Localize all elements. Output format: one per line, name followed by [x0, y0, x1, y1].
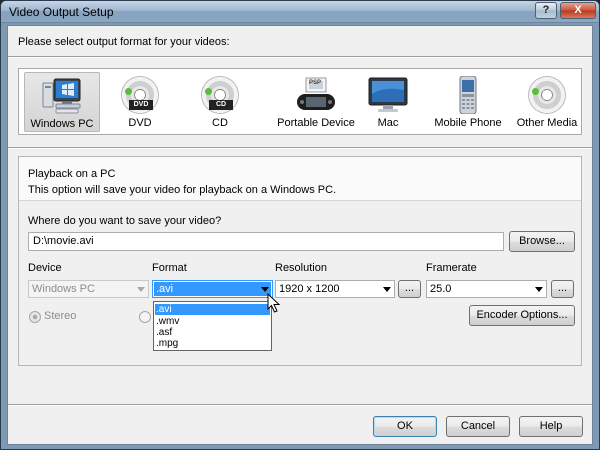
device-select: Windows PC	[28, 280, 149, 298]
format-option-mac[interactable]: Mac	[358, 72, 418, 132]
panel-title: Playback on a PC	[28, 168, 116, 180]
options-panel: Playback on a PC This option will save y…	[18, 156, 582, 366]
bottom-separator	[8, 404, 592, 406]
framerate-select[interactable]: 25.0	[426, 280, 547, 298]
resolution-select[interactable]: 1920 x 1200	[275, 280, 395, 298]
window-title: Video Output Setup	[9, 5, 114, 19]
stereo-label: Stereo	[44, 310, 77, 322]
other-media-disc-icon	[527, 76, 567, 114]
stereo-radio[interactable]	[29, 311, 41, 323]
format-option-label: CD	[212, 117, 228, 129]
format-select[interactable]: .avi	[152, 280, 273, 298]
cancel-button[interactable]: Cancel	[446, 416, 510, 437]
windows-pc-icon	[42, 77, 82, 115]
psp-device-icon: PSP	[296, 76, 336, 114]
resolution-select-value: 1920 x 1200	[279, 283, 340, 295]
format-option-windows-pc[interactable]: Windows PC	[24, 72, 100, 132]
mid-separator	[8, 147, 592, 149]
second-radio[interactable]	[139, 311, 151, 323]
format-option-label: Windows PC	[30, 118, 94, 130]
resolution-more-button[interactable]: ...	[398, 280, 421, 298]
format-option-other-media[interactable]: Other Media	[514, 72, 580, 132]
chevron-down-icon	[261, 287, 269, 292]
format-option-dvd[interactable]: DVD DVD	[110, 72, 170, 132]
cd-disc-icon: CD	[200, 76, 240, 114]
format-option-mobile-phone[interactable]: Mobile Phone	[430, 72, 506, 132]
format-select-value: .avi	[154, 282, 271, 296]
framerate-label: Framerate	[426, 262, 477, 274]
chevron-down-icon	[137, 287, 145, 292]
panel-header: Playback on a PC This option will save y…	[19, 157, 581, 201]
save-question-label: Where do you want to save your video?	[28, 215, 222, 227]
format-option-avi[interactable]: .avi	[155, 304, 270, 315]
panel-description: This option will save your video for pla…	[28, 184, 337, 196]
save-path-field[interactable]: D:\movie.avi	[28, 232, 504, 251]
psp-badge: PSP	[309, 80, 322, 86]
ok-button[interactable]: OK	[373, 416, 437, 437]
title-bar[interactable]: Video Output Setup ? X	[1, 1, 599, 23]
format-option-label: Other Media	[516, 117, 578, 129]
framerate-select-value: 25.0	[430, 283, 452, 295]
dvd-badge: DVD	[129, 100, 153, 110]
format-dropdown-list: .avi .wmv .asf .mpg	[153, 301, 272, 351]
browse-button[interactable]: Browse...	[509, 231, 575, 252]
format-label: Format	[152, 262, 187, 274]
dialog-client-area: Please select output format for your vid…	[7, 25, 593, 445]
format-option-asf[interactable]: .asf	[155, 327, 270, 338]
cd-badge: CD	[209, 100, 233, 110]
mac-monitor-icon	[368, 76, 408, 114]
title-close-button[interactable]: X	[560, 2, 596, 19]
chevron-down-icon	[535, 287, 543, 292]
mouse-pointer-icon	[267, 292, 281, 316]
format-option-label: Portable Device	[277, 117, 355, 129]
format-option-wmv[interactable]: .wmv	[155, 316, 270, 327]
device-select-value: Windows PC	[32, 283, 95, 295]
format-option-label: Mobile Phone	[434, 117, 502, 129]
title-help-button[interactable]: ?	[535, 2, 557, 19]
chevron-down-icon	[383, 287, 391, 292]
format-option-label: Mac	[377, 117, 399, 129]
format-option-portable-device[interactable]: PSP Portable Device	[266, 72, 366, 132]
format-option-mpg[interactable]: .mpg	[155, 338, 270, 349]
mobile-phone-icon	[448, 75, 488, 115]
format-prompt: Please select output format for your vid…	[18, 36, 230, 48]
device-label: Device	[28, 262, 62, 274]
top-separator	[8, 56, 592, 58]
format-option-cd[interactable]: CD CD	[190, 72, 250, 132]
framerate-more-button[interactable]: ...	[551, 280, 574, 298]
dialog-window: Video Output Setup ? X Please select out…	[0, 0, 600, 450]
dvd-disc-icon: DVD	[120, 76, 160, 114]
help-button[interactable]: Help	[519, 416, 583, 437]
resolution-label: Resolution	[275, 262, 327, 274]
format-options-strip: Windows PC DVD DVD CD CD PSP Portable De…	[18, 68, 582, 135]
encoder-options-button[interactable]: Encoder Options...	[469, 305, 575, 326]
format-option-label: DVD	[128, 117, 152, 129]
